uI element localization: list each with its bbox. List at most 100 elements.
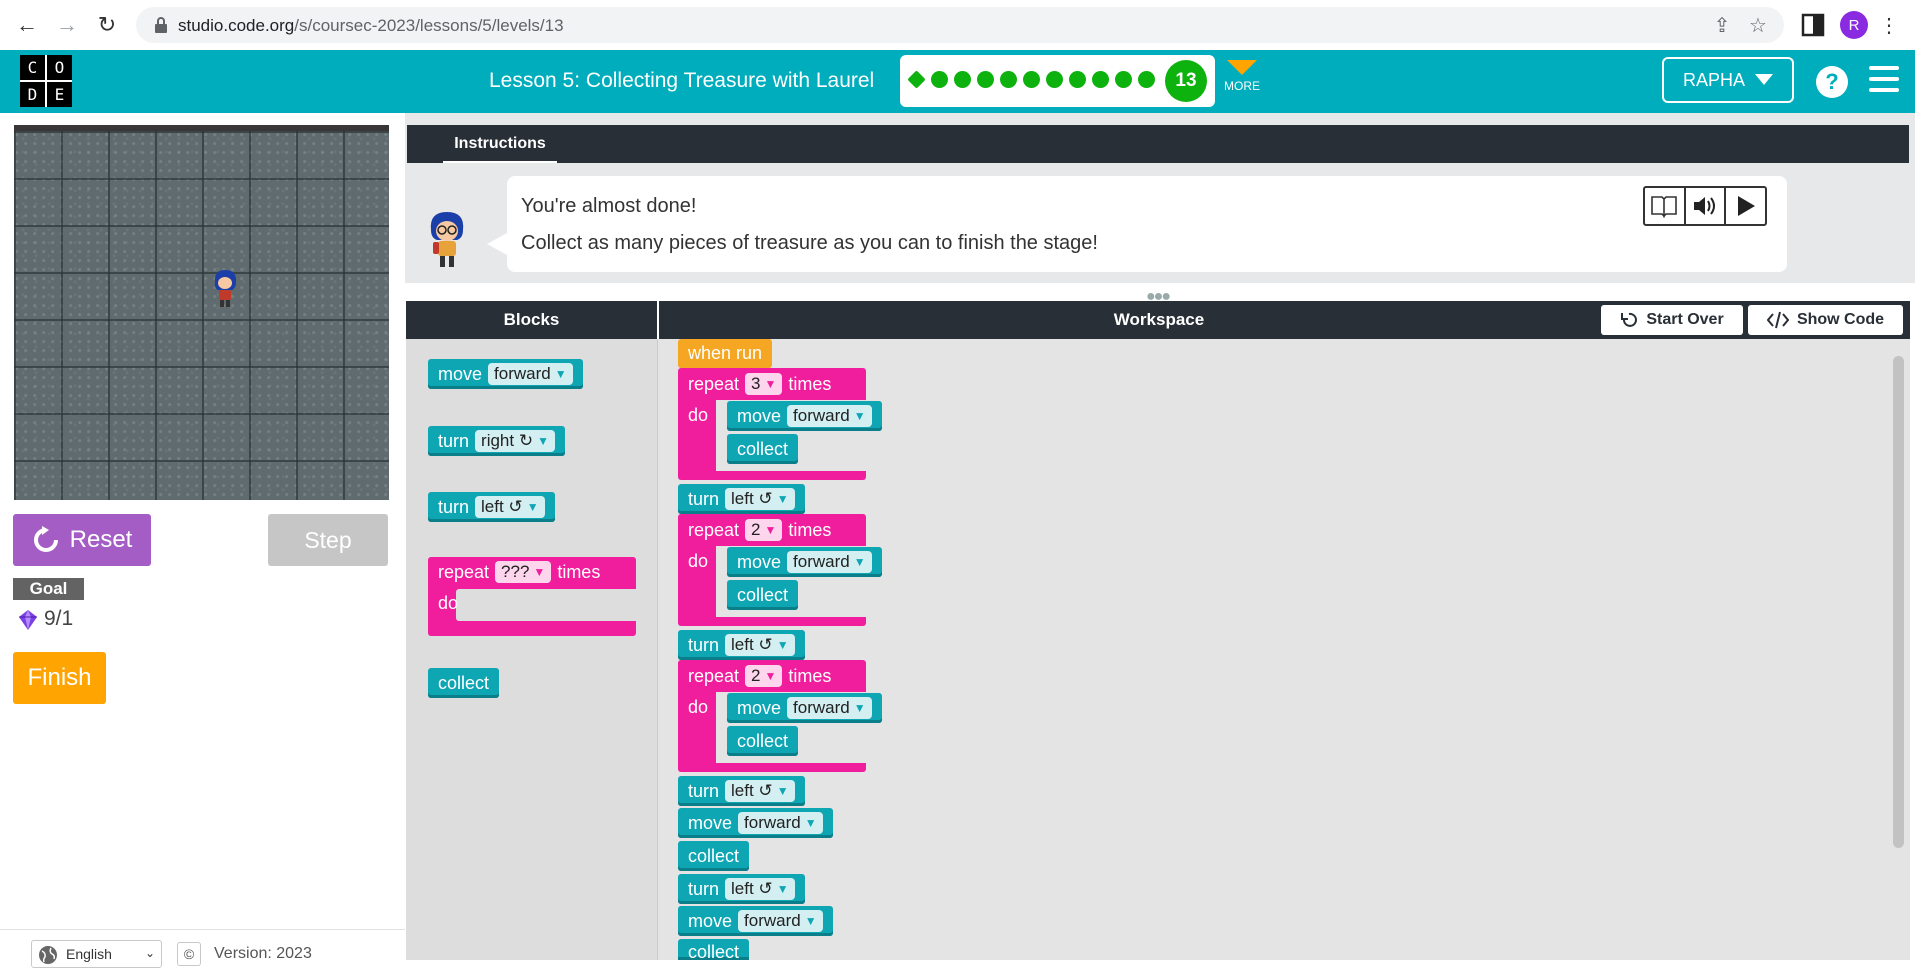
language-select[interactable]: English ⌄ bbox=[31, 940, 162, 968]
turn-dropdown[interactable]: right ↻ ▼ bbox=[475, 430, 555, 452]
current-level-bubble[interactable]: 13 bbox=[1165, 60, 1207, 102]
direction-dropdown[interactable]: forward ▼ bbox=[738, 812, 823, 834]
hamburger-menu-icon[interactable] bbox=[1869, 66, 1899, 94]
turn-block[interactable]: turn left ↺ ▼ bbox=[678, 874, 805, 904]
dropdown-arrow-icon: ▼ bbox=[554, 367, 567, 381]
toolbox-collect-block[interactable]: collect bbox=[428, 668, 500, 698]
turn-dropdown[interactable]: left ↺ ▼ bbox=[725, 488, 795, 510]
site-header: C O D E Lesson 5: Collecting Treasure wi… bbox=[0, 50, 1915, 113]
collect-block[interactable]: collect bbox=[727, 434, 799, 464]
direction-dropdown[interactable]: forward ▼ bbox=[488, 363, 573, 385]
repeat-count-dropdown[interactable]: 2 ▼ bbox=[745, 519, 783, 541]
collect-block[interactable]: collect bbox=[727, 580, 799, 610]
collect-block[interactable]: collect bbox=[727, 726, 799, 756]
level-bubble[interactable] bbox=[907, 70, 926, 89]
browser-menu-icon[interactable]: ⋮ bbox=[1879, 12, 1899, 38]
immersive-reader-icon[interactable] bbox=[1645, 188, 1686, 224]
direction-dropdown[interactable]: forward ▼ bbox=[787, 405, 872, 427]
direction-dropdown[interactable]: forward ▼ bbox=[738, 910, 823, 932]
workspace-canvas[interactable]: when run repeat 3 ▼ times do move forward… bbox=[658, 339, 1910, 960]
chevron-down-icon bbox=[1227, 60, 1257, 75]
step-button[interactable]: Step bbox=[268, 514, 388, 566]
show-code-button[interactable]: Show Code bbox=[1748, 305, 1903, 335]
language-label: English bbox=[66, 946, 112, 962]
level-bubble[interactable] bbox=[1092, 71, 1109, 88]
repeat-count-dropdown[interactable]: 2 ▼ bbox=[745, 665, 783, 687]
repeat-block[interactable]: repeat 3 ▼ times bbox=[678, 369, 841, 399]
turn-dropdown[interactable]: left ↺ ▼ bbox=[475, 496, 545, 518]
toolbox-move-block[interactable]: move forward ▼ bbox=[428, 359, 583, 389]
share-icon[interactable]: ⇪ bbox=[1710, 13, 1734, 37]
dropdown-arrow-icon: ▼ bbox=[764, 523, 777, 537]
level-bubble[interactable] bbox=[1046, 71, 1063, 88]
finish-button[interactable]: Finish bbox=[13, 652, 106, 704]
forward-icon[interactable]: → bbox=[52, 10, 82, 40]
repeat-block[interactable]: repeat 2 ▼ times bbox=[678, 661, 841, 691]
level-bubble[interactable] bbox=[1000, 71, 1017, 88]
profile-avatar[interactable]: R bbox=[1840, 11, 1868, 39]
repeat-count-dropdown[interactable]: ??? ▼ bbox=[495, 561, 552, 583]
turn-block[interactable]: turn left ↺ ▼ bbox=[678, 484, 805, 514]
turn-block[interactable]: turn left ↺ ▼ bbox=[678, 776, 805, 806]
turn-dropdown[interactable]: left ↺ ▼ bbox=[725, 634, 795, 656]
instruction-line: You're almost done! bbox=[521, 195, 697, 217]
move-block[interactable]: move forward ▼ bbox=[678, 808, 833, 838]
toolbox-turn-left-block[interactable]: turn left ↺ ▼ bbox=[428, 492, 555, 522]
level-bubble[interactable] bbox=[1069, 71, 1086, 88]
direction-dropdown[interactable]: forward ▼ bbox=[787, 551, 872, 573]
level-bubble[interactable] bbox=[977, 71, 994, 88]
more-levels-button[interactable]: MORE bbox=[1222, 60, 1262, 93]
help-icon[interactable]: ? bbox=[1816, 66, 1848, 98]
copyright-icon[interactable]: © bbox=[177, 942, 201, 966]
dropdown-arrow-icon: ▼ bbox=[776, 638, 789, 652]
play-icon[interactable] bbox=[1726, 188, 1765, 224]
move-block[interactable]: move forward ▼ bbox=[727, 547, 882, 577]
level-bubble[interactable] bbox=[1115, 71, 1132, 88]
user-menu-button[interactable]: RAPHA bbox=[1662, 57, 1794, 103]
laurel-character-icon bbox=[214, 270, 237, 307]
start-over-label: Start Over bbox=[1646, 311, 1724, 328]
dropdown-arrow-icon: ▼ bbox=[526, 500, 539, 514]
workspace-header: Blocks Workspace Start Over Show Code bbox=[406, 301, 1910, 339]
level-bubble[interactable] bbox=[1138, 71, 1155, 88]
level-bubble[interactable] bbox=[931, 71, 948, 88]
volume-icon[interactable] bbox=[1686, 188, 1727, 224]
address-bar[interactable]: studio.code.org/s/coursec-2023/lessons/5… bbox=[136, 7, 1784, 43]
repeat-header: repeat ??? ▼ times bbox=[428, 557, 610, 587]
repeat-block[interactable]: repeat 2 ▼ times bbox=[678, 515, 841, 545]
code-logo[interactable]: C O D E bbox=[20, 55, 72, 107]
workspace-title: Workspace bbox=[1113, 310, 1205, 329]
logo-letter: D bbox=[20, 82, 45, 107]
maze-stage bbox=[14, 125, 389, 500]
level-bubble[interactable] bbox=[1023, 71, 1040, 88]
repeat-count-dropdown[interactable]: 3 ▼ bbox=[745, 373, 783, 395]
turn-block[interactable]: turn left ↺ ▼ bbox=[678, 630, 805, 660]
toolbox-turn-right-block[interactable]: turn right ↻ ▼ bbox=[428, 426, 565, 456]
start-over-button[interactable]: Start Over bbox=[1601, 305, 1743, 335]
tab-instructions[interactable]: Instructions bbox=[443, 127, 557, 163]
collect-block[interactable]: collect bbox=[678, 939, 750, 960]
repeat-do-label: do bbox=[438, 592, 459, 613]
workspace-scrollbar[interactable] bbox=[1893, 356, 1904, 848]
direction-dropdown[interactable]: forward ▼ bbox=[787, 697, 872, 719]
move-block[interactable]: move forward ▼ bbox=[727, 693, 882, 723]
turn-dropdown[interactable]: left ↺ ▼ bbox=[725, 878, 795, 900]
reset-button[interactable]: Reset bbox=[13, 514, 151, 566]
dropdown-arrow-icon: ▼ bbox=[533, 565, 546, 579]
move-block[interactable]: move forward ▼ bbox=[678, 906, 833, 936]
bookmark-star-icon[interactable]: ☆ bbox=[1746, 13, 1770, 37]
collect-block[interactable]: collect bbox=[678, 841, 750, 871]
block-keyword: collect bbox=[438, 672, 490, 693]
side-panel-icon[interactable] bbox=[1800, 12, 1826, 38]
when-run-block[interactable]: when run bbox=[678, 339, 773, 368]
back-icon[interactable]: ← bbox=[12, 10, 42, 40]
block-keyword: times bbox=[557, 561, 601, 582]
lesson-title[interactable]: Lesson 5: Collecting Treasure with Laure… bbox=[489, 69, 874, 93]
dropdown-arrow-icon: ▼ bbox=[853, 555, 866, 569]
turn-dropdown[interactable]: left ↺ ▼ bbox=[725, 780, 795, 802]
dropdown-arrow-icon: ▼ bbox=[537, 434, 549, 448]
level-bubble[interactable] bbox=[954, 71, 971, 88]
dropdown-arrow-icon: ▼ bbox=[804, 816, 817, 830]
move-block[interactable]: move forward ▼ bbox=[727, 401, 882, 431]
reload-icon[interactable]: ↻ bbox=[92, 10, 122, 40]
